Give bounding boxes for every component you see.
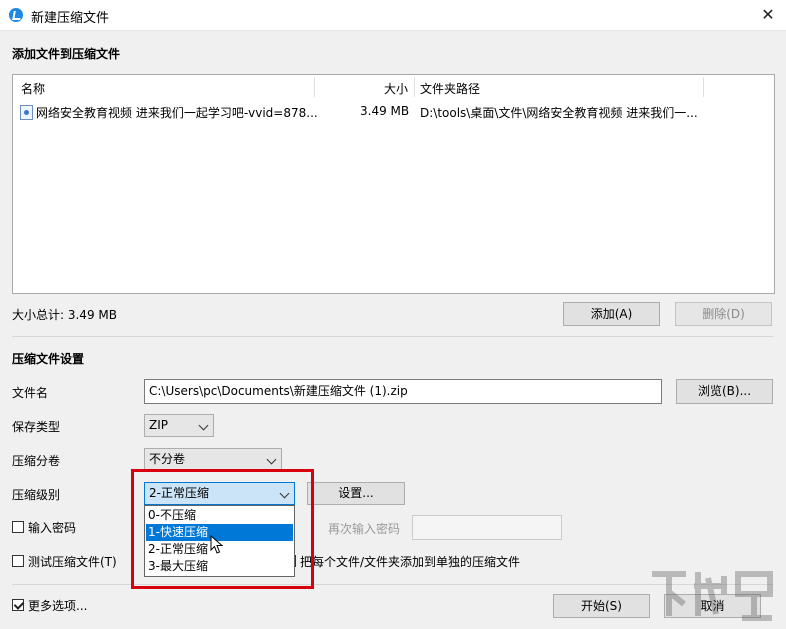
add-button[interactable]: 添加(A) xyxy=(563,302,660,326)
row-path: D:\tools\桌面\文件\网络安全教育视频 进来我们一... xyxy=(420,106,698,120)
each-file-label: 把每个文件/文件夹添加到单独的压缩文件 xyxy=(300,555,521,569)
section-divider xyxy=(12,336,773,337)
column-name[interactable]: 名称 xyxy=(21,80,45,97)
watermark-logo-icon xyxy=(652,571,773,621)
browse-button[interactable]: 浏览(B)... xyxy=(676,379,773,404)
video-file-icon xyxy=(20,105,33,120)
save-type-value: ZIP xyxy=(149,418,168,432)
save-type-select[interactable]: ZIP xyxy=(144,414,214,437)
column-path[interactable]: 文件夹路径 xyxy=(420,80,480,97)
test-checkbox[interactable] xyxy=(12,555,24,567)
app-icon xyxy=(9,8,23,22)
level-label: 压缩级别 xyxy=(12,488,61,502)
split-select[interactable]: 不分卷 xyxy=(144,448,282,471)
password-label: 输入密码 xyxy=(28,521,77,535)
file-list-header: 名称 大小 文件夹路径 xyxy=(13,75,774,99)
highlight-annotation xyxy=(131,469,314,589)
file-list[interactable]: 名称 大小 文件夹路径 网络安全教育视频 进来我们一起学习吧-vvid=878.… xyxy=(12,74,775,294)
row-name: 网络安全教育视频 进来我们一起学习吧-vvid=878... xyxy=(36,106,318,120)
filename-label: 文件名 xyxy=(12,386,49,400)
row-size: 3.49 MB xyxy=(360,104,410,118)
chevron-down-icon xyxy=(266,454,277,465)
test-label: 测试压缩文件(T) xyxy=(28,555,117,569)
add-section-title: 添加文件到压缩文件 xyxy=(12,47,121,61)
split-value: 不分卷 xyxy=(149,452,186,466)
filename-input[interactable]: C:\Users\pc\Documents\新建压缩文件 (1).zip xyxy=(144,379,662,404)
reenter-password-label: 再次输入密码 xyxy=(328,522,401,536)
password-checkbox[interactable] xyxy=(12,521,24,533)
delete-button[interactable]: 删除(D) xyxy=(675,302,772,326)
table-row[interactable]: 网络安全教育视频 进来我们一起学习吧-vvid=878... 3.49 MB D… xyxy=(13,101,774,121)
settings-button[interactable]: 设置... xyxy=(307,482,405,505)
more-options-checkbox[interactable] xyxy=(12,599,24,611)
title-bar xyxy=(0,0,786,31)
more-options-label: 更多选项... xyxy=(28,599,88,613)
save-type-label: 保存类型 xyxy=(12,420,61,434)
chevron-down-icon xyxy=(198,420,209,431)
window-title: 新建压缩文件 xyxy=(31,11,110,26)
split-label: 压缩分卷 xyxy=(12,454,61,468)
total-size: 大小总计: 3.49 MB xyxy=(12,308,117,322)
start-button[interactable]: 开始(S) xyxy=(553,594,650,618)
column-size[interactable]: 大小 xyxy=(384,80,408,97)
close-icon[interactable]: ✕ xyxy=(755,3,781,27)
reenter-password-input[interactable] xyxy=(412,515,562,540)
settings-section-title: 压缩文件设置 xyxy=(12,352,85,366)
